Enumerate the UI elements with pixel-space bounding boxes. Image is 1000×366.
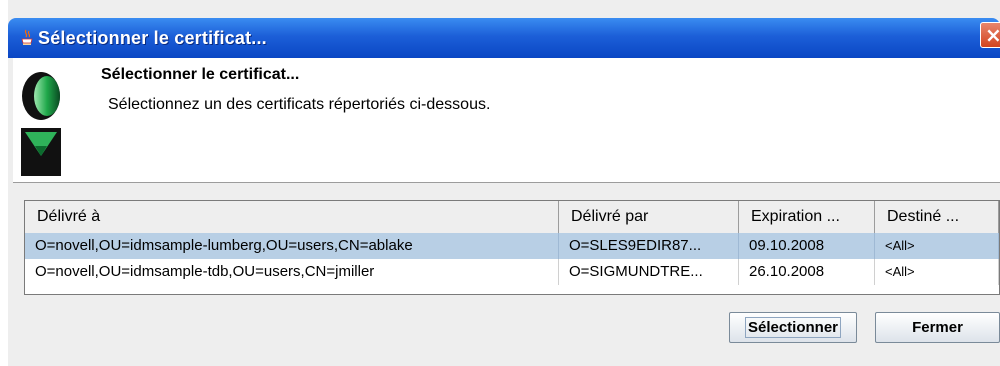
close-icon: × (985, 23, 1000, 47)
cell-issued-by: O=SIGMUNDTRE... (559, 259, 739, 285)
window-title: Sélectionner le certificat... (38, 28, 267, 48)
cell-issued-to: O=novell,OU=idmsample-tdb,OU=users,CN=jm… (25, 259, 559, 285)
header-title: Sélectionner le certificat... (101, 66, 300, 83)
column-issued-to[interactable]: Délivré à (25, 201, 559, 233)
title-bar[interactable]: Sélectionner le certificat... (8, 18, 1000, 58)
java-coffee-icon (21, 29, 33, 45)
close-window-button[interactable]: × (980, 22, 1000, 48)
close-button[interactable]: Fermer (875, 312, 1000, 343)
certificate-table: Délivré à Délivré par Expiration ... Des… (24, 200, 1000, 295)
novell-identity-logo (21, 72, 61, 176)
cell-expiration: 26.10.2008 (739, 259, 875, 285)
header-description: Sélectionnez un des certificats répertor… (108, 96, 491, 113)
table-row[interactable]: O=novell,OU=idmsample-lumberg,OU=users,C… (25, 233, 999, 259)
cell-expiration: 09.10.2008 (739, 233, 875, 259)
select-button[interactable]: Sélectionner (729, 312, 857, 343)
cell-issued-to: O=novell,OU=idmsample-lumberg,OU=users,C… (25, 233, 559, 259)
cell-issued-by: O=SLES9EDIR87... (559, 233, 739, 259)
column-intended-for[interactable]: Destiné ... (875, 201, 999, 233)
table-row[interactable]: O=novell,OU=idmsample-tdb,OU=users,CN=jm… (25, 259, 999, 285)
cell-intended-for: <All> (875, 259, 999, 285)
column-expiration[interactable]: Expiration ... (739, 201, 875, 233)
header-panel: Sélectionner le certificat... Sélectionn… (13, 58, 1000, 183)
cell-intended-for: <All> (875, 233, 999, 259)
certificate-dialog: Sélectionner le certificat... × Sélectio… (8, 0, 1000, 366)
close-button-label: Fermer (912, 319, 963, 336)
column-issued-by[interactable]: Délivré par (559, 201, 739, 233)
select-button-label: Sélectionner (744, 317, 842, 338)
table-header: Délivré à Délivré par Expiration ... Des… (25, 201, 999, 234)
